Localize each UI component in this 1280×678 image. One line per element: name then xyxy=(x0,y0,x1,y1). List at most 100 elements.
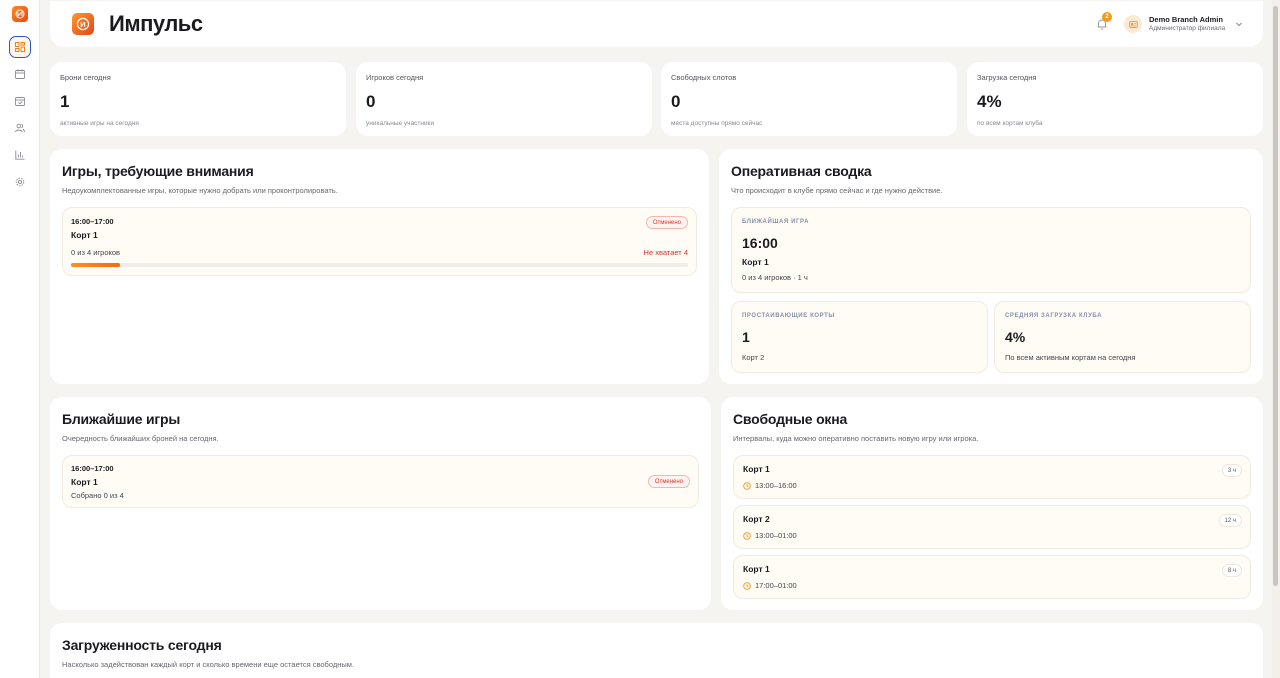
main-content: И Импульс 2 Demo Branch Admin Администра… xyxy=(50,0,1263,678)
id-card-icon xyxy=(1128,20,1138,28)
stat-card-bookings: Брони сегодня 1 активные игры на сегодня xyxy=(50,62,346,136)
game-collected: Собрано 0 из 4 xyxy=(71,491,124,500)
clock-icon xyxy=(743,582,751,590)
upcoming-game-item[interactable]: 16:00–17:00 Корт 1 Собрано 0 из 4 Отмене… xyxy=(62,455,699,508)
stat-label: Игроков сегодня xyxy=(366,73,424,82)
nav-calendar[interactable] xyxy=(9,63,31,85)
logo-mark-icon xyxy=(15,9,24,19)
slot-range: 13:00–01:00 xyxy=(755,531,797,540)
section-title: Загруженность сегодня xyxy=(62,637,222,653)
section-title: Оперативная сводка xyxy=(731,163,872,179)
section-title: Свободные окна xyxy=(733,411,848,427)
clock-icon xyxy=(743,482,751,490)
missing-players: Не хватает 4 xyxy=(643,248,688,257)
stat-value: 0 xyxy=(366,92,376,111)
stat-card-players: Игроков сегодня 0 уникальные участники xyxy=(356,62,652,136)
user-menu[interactable]: Demo Branch Admin Администратор филиала xyxy=(1119,10,1247,38)
stat-value: 0 xyxy=(671,92,681,111)
calendar-icon xyxy=(14,69,25,79)
stat-card-load: Загрузка сегодня 4% по всем кортам клуба xyxy=(967,62,1263,136)
stat-caption: по всем кортам клуба xyxy=(977,120,1043,127)
sidebar xyxy=(0,0,40,678)
nav-players[interactable] xyxy=(9,117,31,139)
nav-settings[interactable] xyxy=(9,171,31,193)
upcoming-games-panel: Ближайшие игры Очередность ближайших бро… xyxy=(50,397,711,610)
nav-schedule[interactable] xyxy=(9,90,31,112)
slot-range: 13:00–16:00 xyxy=(755,481,797,490)
game-court: Корт 1 xyxy=(71,230,98,240)
section-subtitle: Недоукомплектованные игры, которые нужно… xyxy=(62,186,338,195)
stat-value: 1 xyxy=(60,92,70,111)
game-time: 16:00–17:00 xyxy=(71,464,114,473)
section-subtitle: Очередность ближайших броней на сегодня. xyxy=(62,434,219,443)
dashboard-icon xyxy=(14,42,25,52)
section-subtitle: Насколько задействован каждый корт и ско… xyxy=(62,660,355,669)
avg-load-card[interactable]: СРЕДНЯЯ ЗАГРУЗКА КЛУБА 4% По всем активн… xyxy=(994,301,1251,373)
next-game-card[interactable]: БЛИЖАЙШАЯ ИГРА 16:00 Корт 1 0 из 4 игрок… xyxy=(731,207,1251,293)
scrollbar-thumb[interactable] xyxy=(1273,6,1278,586)
attention-panel: Игры, требующие внимания Недоукомплектов… xyxy=(50,149,709,384)
free-slot-item[interactable]: Корт 1 17:00–01:00 8 ч xyxy=(733,555,1251,599)
status-badge: Отменено xyxy=(647,475,690,488)
section-title: Ближайшие игры xyxy=(62,411,181,427)
bar-chart-icon xyxy=(14,150,24,160)
next-game-meta: 0 из 4 игроков · 1 ч xyxy=(742,273,808,282)
stat-value: 4% xyxy=(977,92,1002,111)
attention-game-item[interactable]: 16:00–17:00 Корт 1 Отменено 0 из 4 игрок… xyxy=(62,207,697,276)
sidebar-logo[interactable] xyxy=(11,6,28,22)
idle-courts-list: Корт 2 xyxy=(742,353,765,362)
clock-icon xyxy=(743,532,751,540)
status-badge: Отменено xyxy=(645,216,688,229)
stat-label: Брони сегодня xyxy=(60,73,111,82)
stat-card-free-slots: Свободных слотов 0 места доступны прямо … xyxy=(661,62,957,136)
avatar xyxy=(1124,15,1142,33)
stat-label: Загрузка сегодня xyxy=(977,73,1037,82)
slot-court: Корт 2 xyxy=(743,514,770,524)
logo-letter: И xyxy=(80,20,85,29)
sidebar-nav xyxy=(8,36,31,198)
progress-fill xyxy=(71,263,121,267)
brand-logo[interactable]: И xyxy=(72,13,94,35)
card-eyebrow: ПРОСТАИВАЮЩИЕ КОРТЫ xyxy=(742,313,835,319)
app-title: Импульс xyxy=(109,11,203,36)
user-role: Администратор филиала xyxy=(1149,24,1226,32)
idle-courts-card[interactable]: ПРОСТАИВАЮЩИЕ КОРТЫ 1 Корт 2 xyxy=(731,301,988,373)
free-slot-item[interactable]: Корт 1 13:00–16:00 3 ч xyxy=(733,455,1251,499)
logo-mark-icon: И xyxy=(76,17,90,31)
nav-analytics[interactable] xyxy=(9,144,31,166)
game-players-count: 0 из 4 игроков xyxy=(71,248,121,257)
card-eyebrow: СРЕДНЯЯ ЗАГРУЗКА КЛУБА xyxy=(1005,313,1103,319)
chevron-down-icon[interactable] xyxy=(1235,20,1243,28)
players-progress-bar xyxy=(71,263,688,267)
stat-caption: места доступны прямо сейчас xyxy=(671,120,763,127)
top-header: И Импульс 2 Demo Branch Admin Администра… xyxy=(50,1,1263,47)
stat-caption: активные игры на сегодня xyxy=(60,120,139,127)
free-slot-item[interactable]: Корт 2 13:00–01:00 12 ч xyxy=(733,505,1251,549)
idle-courts-count: 1 xyxy=(742,329,750,345)
card-eyebrow: БЛИЖАЙШАЯ ИГРА xyxy=(742,219,810,225)
calendar-check-icon xyxy=(14,97,25,106)
slot-range: 17:00–01:00 xyxy=(755,581,797,590)
slot-court: Корт 1 xyxy=(743,464,770,474)
summary-panel: Оперативная сводка Что происходит в клуб… xyxy=(719,149,1263,384)
game-time: 16:00–17:00 xyxy=(71,217,114,226)
section-title: Игры, требующие внимания xyxy=(62,163,254,179)
load-today-panel: Загруженность сегодня Насколько задейств… xyxy=(50,623,1263,678)
users-icon xyxy=(14,123,25,133)
user-name: Demo Branch Admin xyxy=(1149,14,1223,24)
next-game-time: 16:00 xyxy=(742,235,778,251)
notification-badge: 2 xyxy=(1102,12,1112,22)
duration-badge: 8 ч xyxy=(1221,564,1242,577)
gear-icon xyxy=(15,177,24,187)
stat-label: Свободных слотов xyxy=(671,73,737,82)
duration-badge: 3 ч xyxy=(1221,464,1242,477)
avg-load-caption: По всем активным кортам на сегодня xyxy=(1005,353,1136,362)
next-game-court: Корт 1 xyxy=(742,257,769,267)
user-info: Demo Branch Admin Администратор филиала xyxy=(1149,14,1226,32)
page-scrollbar[interactable] xyxy=(1272,0,1280,678)
avg-load-value: 4% xyxy=(1005,329,1026,345)
nav-dashboard[interactable] xyxy=(8,36,31,58)
game-court: Корт 1 xyxy=(71,477,98,487)
section-subtitle: Интервалы, куда можно оперативно постави… xyxy=(733,434,979,443)
stat-caption: уникальные участники xyxy=(366,120,435,127)
